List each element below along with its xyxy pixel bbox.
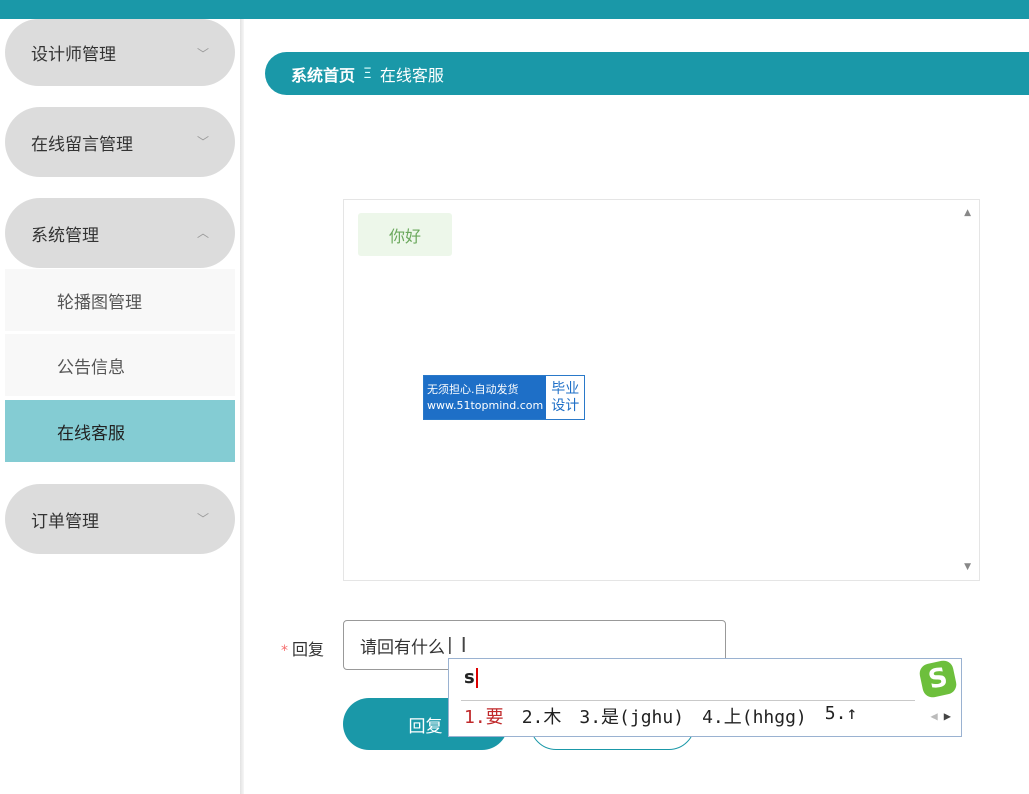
menu-online-message-management[interactable]: 在线留言管理 ﹀ [5,107,235,177]
scroll-up-arrow-icon[interactable]: ▲ [964,208,971,218]
breadcrumb-separator-icon: Ξ [363,65,372,82]
watermark-text: 设计 [551,397,580,414]
ime-candidate[interactable]: 1.要 [464,703,504,729]
sidebar: 设计师管理 ﹀ 在线留言管理 ﹀ 系统管理 ︿ 轮播图管理 公告信息 在线客服 … [0,19,240,794]
reply-label-text: 回复 [292,640,325,659]
ime-page-arrows: ◀ ▶ [931,709,951,723]
watermark-text: 无须担心.自动发货 [427,382,519,396]
chevron-down-icon: ﹀ [196,135,209,149]
sidebar-divider [240,19,244,794]
breadcrumb-current: 在线客服 [379,65,444,85]
menu-label: 系统管理 [31,225,99,246]
menu-label: 订单管理 [31,511,99,532]
ime-pinyin-text: s [464,667,475,688]
submenu-announcements[interactable]: 公告信息 [5,334,235,397]
ime-candidate[interactable]: 5.↑ [825,703,858,729]
watermark-url: www.51topmind.com [427,398,544,412]
menu-label: 在线留言管理 [31,134,133,155]
menu-label: 设计师管理 [31,45,116,65]
ime-candidate-window[interactable]: s S 1.要 2.木 3.是(jghu) 4.上(hhgg) 5.↑ ◀ ▶ [448,658,962,737]
ime-candidate[interactable]: 3.是(jghu) [579,703,684,729]
watermark-right: 毕业 设计 [546,376,584,419]
required-mark: * [281,643,288,659]
menu-order-management[interactable]: 订单管理 ﹀ [5,484,235,554]
menu-system-management[interactable]: 系统管理 ︿ [5,198,235,268]
reply-button-label: 回复 [408,716,443,737]
submenu-label: 在线客服 [57,423,125,444]
menu-designer-management[interactable]: 设计师管理 ﹀ [5,19,235,86]
chat-message-bubble: 你好 [358,213,452,256]
chevron-down-icon: ﹀ [196,512,209,526]
sogou-logo-icon: S [917,658,959,700]
chevron-up-icon: ︿ [196,226,209,240]
top-bar [0,0,1029,19]
breadcrumb-home[interactable]: 系统首页 [291,62,355,86]
ime-prev-page-icon[interactable]: ◀ [931,709,938,723]
reply-input-value: 请回有什么 [360,637,445,658]
text-caret: | [447,635,453,655]
submenu-online-service[interactable]: 在线客服 [5,400,235,463]
watermark-text: 毕业 [551,380,580,397]
ime-next-page-icon[interactable]: ▶ [944,709,951,723]
ime-candidate-list: 1.要 2.木 3.是(jghu) 4.上(hhgg) 5.↑ [464,703,857,729]
watermark-left: 无须担心.自动发货 www.51topmind.com [424,376,547,419]
ibeam-cursor-icon: I [460,633,467,657]
chevron-down-icon: ﹀ [196,47,209,61]
reply-label: * 回复 [281,636,324,660]
submenu-carousel-management[interactable]: 轮播图管理 [5,269,235,332]
ime-candidate[interactable]: 4.上(hhgg) [702,703,807,729]
ime-candidate[interactable]: 2.木 [522,703,562,729]
ime-pinyin-composition: s [464,667,478,688]
submenu-label: 轮播图管理 [57,292,142,313]
breadcrumb: 系统首页 Ξ 在线客服 [265,52,1029,95]
scroll-down-arrow-icon[interactable]: ▼ [964,562,971,572]
ime-caret [475,668,478,688]
watermark-badge: 无须担心.自动发货 www.51topmind.com 毕业 设计 [423,375,586,420]
submenu-label: 公告信息 [57,357,125,378]
ime-divider [461,700,915,701]
